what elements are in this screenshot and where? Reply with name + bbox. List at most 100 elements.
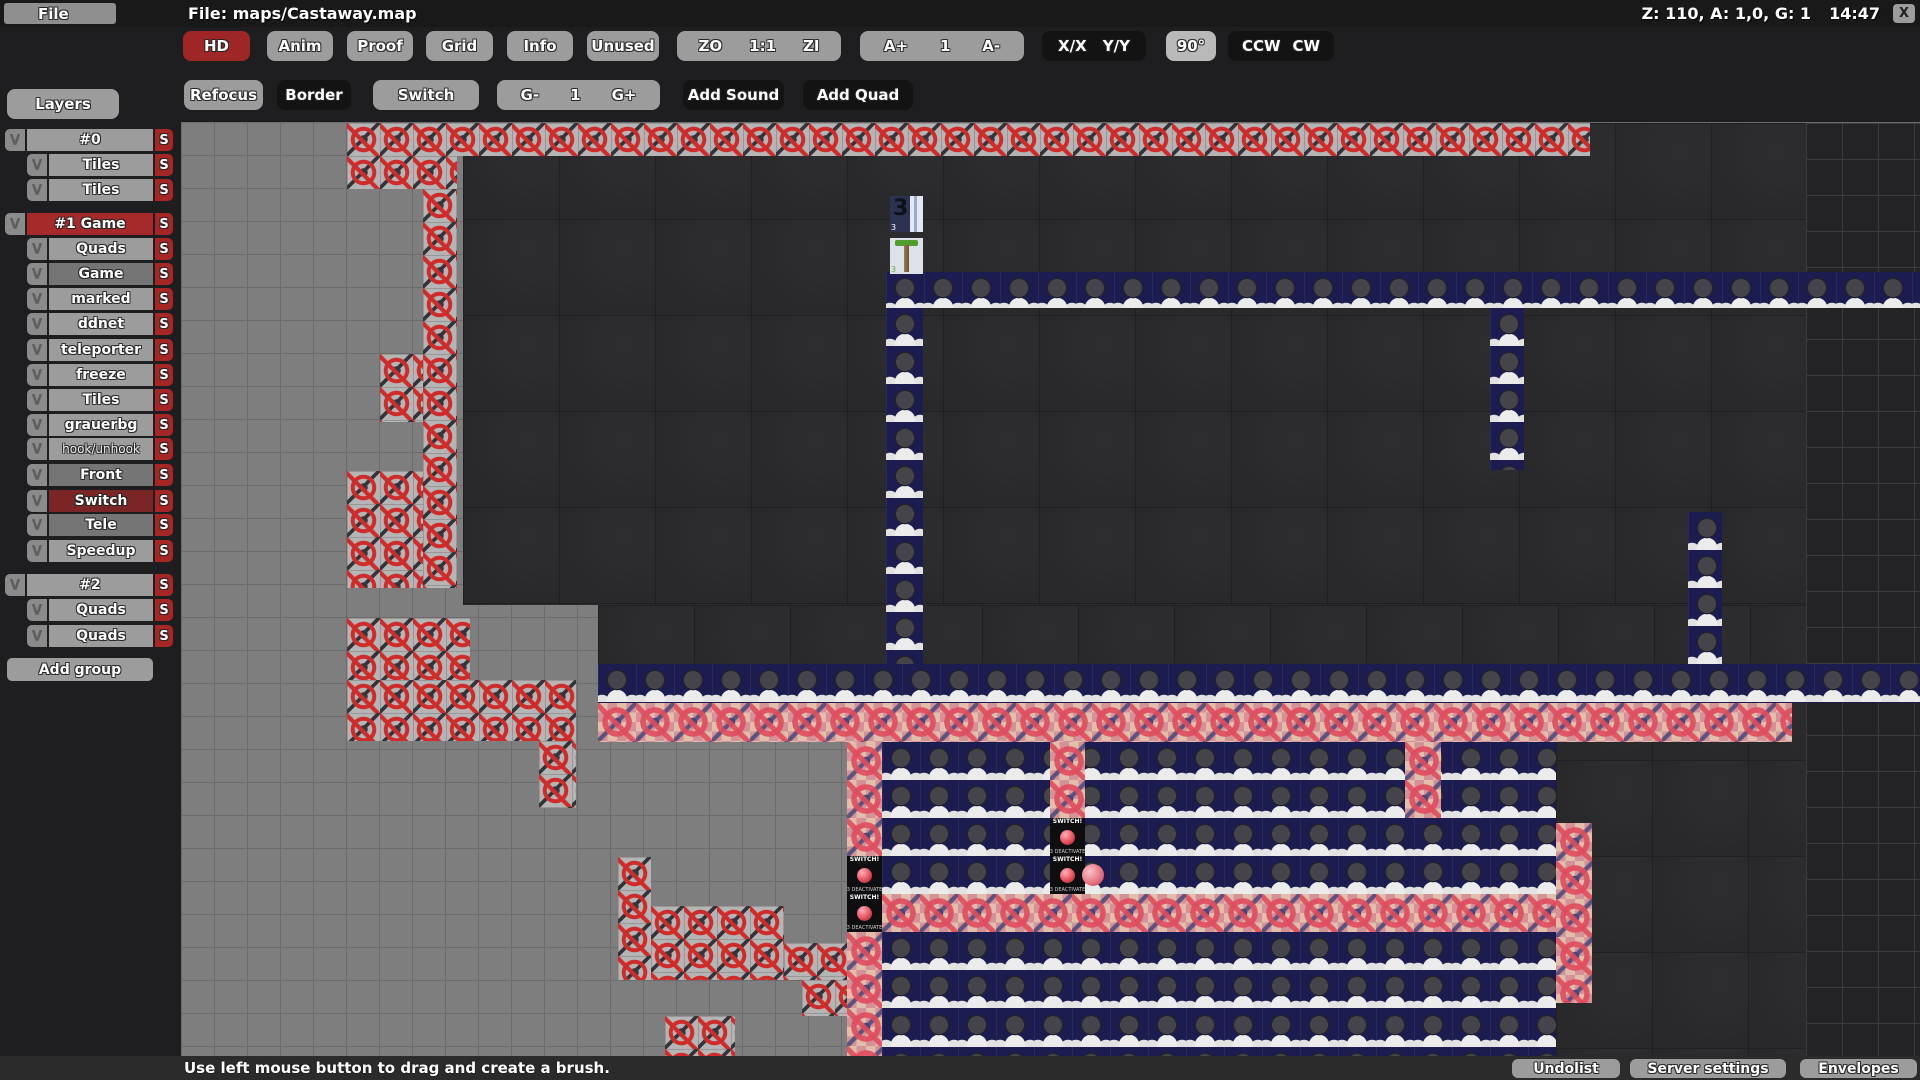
anim-speed-group-item-1[interactable]: 1 (940, 37, 950, 55)
layer-row-teleporter[interactable]: VteleporterS (27, 339, 173, 361)
layer-label[interactable]: Switch (49, 490, 153, 512)
add-sound-button[interactable]: Add Sound (683, 80, 784, 110)
proof-button[interactable]: Proof (347, 31, 413, 61)
layer-label[interactable]: Game (49, 263, 153, 285)
layer-settings-button[interactable]: S (155, 625, 173, 647)
visibility-toggle[interactable]: V (27, 599, 47, 621)
layer-row-marked[interactable]: VmarkedS (27, 288, 173, 310)
layer-row-freeze[interactable]: VfreezeS (27, 364, 173, 386)
flip-group-group[interactable]: X/X Y/Y (1042, 31, 1146, 61)
layer-label[interactable]: Tiles (49, 179, 153, 201)
visibility-toggle[interactable]: V (27, 514, 47, 536)
visibility-toggle[interactable]: V (27, 414, 47, 436)
layer-row-grauerbg[interactable]: VgrauerbgS (27, 414, 173, 436)
visibility-toggle[interactable]: V (27, 438, 47, 460)
layer-row-front[interactable]: VFrontS (27, 464, 173, 486)
anim-speed-group-item-2[interactable]: A- (982, 37, 1000, 55)
visibility-toggle[interactable]: V (27, 540, 47, 562)
layer-settings-button[interactable]: S (155, 313, 173, 335)
layer-settings-button[interactable]: S (155, 263, 173, 285)
visibility-toggle[interactable]: V (27, 288, 47, 310)
add-quad-button[interactable]: Add Quad (803, 80, 913, 110)
layer-settings-button[interactable]: S (155, 179, 173, 201)
layer-row-hook-unhook[interactable]: Vhook/unhookS (27, 438, 173, 460)
layer-row--2[interactable]: V#2S (5, 574, 173, 596)
layer-label[interactable]: Tiles (49, 389, 153, 411)
visibility-toggle[interactable]: V (27, 238, 47, 260)
envelopes-button[interactable]: Envelopes (1800, 1059, 1917, 1078)
switch-button[interactable]: Switch (373, 80, 479, 110)
layer-label[interactable]: Tele (49, 514, 153, 536)
layer-label[interactable]: Tiles (49, 154, 153, 176)
layer-label[interactable]: Quads (49, 625, 153, 647)
visibility-toggle[interactable]: V (5, 574, 25, 596)
layer-settings-button[interactable]: S (155, 339, 173, 361)
hd-button[interactable]: HD (183, 31, 250, 61)
layer-settings-button[interactable]: S (155, 213, 173, 235)
layer-row-ddnet[interactable]: VddnetS (27, 313, 173, 335)
visibility-toggle[interactable]: V (27, 179, 47, 201)
grid-button[interactable]: Grid (426, 31, 493, 61)
visibility-toggle[interactable]: V (27, 625, 47, 647)
grid-factor-group-item-2[interactable]: G+ (612, 86, 637, 104)
layer-settings-button[interactable]: S (155, 288, 173, 310)
layer-settings-button[interactable]: S (155, 154, 173, 176)
layers-header[interactable]: Layers (7, 89, 119, 119)
flip-group-item-0[interactable]: X/X (1058, 37, 1087, 55)
rotate-group-item-0[interactable]: CCW (1242, 37, 1281, 55)
layer-row-tele[interactable]: VTeleS (27, 514, 173, 536)
zoom-group-item-0[interactable]: ZO (699, 37, 723, 55)
layer-settings-button[interactable]: S (155, 414, 173, 436)
add-group-button[interactable]: Add group (7, 658, 153, 681)
zoom-group-item-2[interactable]: ZI (803, 37, 819, 55)
grid-factor-group-item-1[interactable]: 1 (570, 86, 580, 104)
unused-button[interactable]: Unused (587, 31, 659, 61)
layer-label[interactable]: hook/unhook (49, 438, 153, 460)
visibility-toggle[interactable]: V (27, 263, 47, 285)
layer-settings-button[interactable]: S (155, 490, 173, 512)
visibility-toggle[interactable]: V (27, 464, 47, 486)
layer-label[interactable]: #0 (27, 129, 153, 151)
layer-settings-button[interactable]: S (155, 129, 173, 151)
layer-settings-button[interactable]: S (155, 574, 173, 596)
layer-settings-button[interactable]: S (155, 364, 173, 386)
zoom-group-group[interactable]: ZO1:1ZI (677, 31, 841, 61)
grid-factor-group-item-0[interactable]: G- (521, 86, 540, 104)
map-canvas[interactable]: 3 3 3 SWITCH! 3 DEACTIVATE SWITCH! 3 DEA… (0, 0, 1920, 1080)
visibility-toggle[interactable]: V (27, 154, 47, 176)
layer-label[interactable]: ddnet (49, 313, 153, 335)
anim-button[interactable]: Anim (267, 31, 333, 61)
layer-label[interactable]: marked (49, 288, 153, 310)
layer-label[interactable]: #2 (27, 574, 153, 596)
layer-row-tiles[interactable]: VTilesS (27, 154, 173, 176)
info-button[interactable]: Info (507, 31, 573, 61)
visibility-toggle[interactable]: V (5, 129, 25, 151)
layer-label[interactable]: Front (49, 464, 153, 486)
layer-label[interactable]: #1 Game (27, 213, 153, 235)
layer-row--0[interactable]: V#0S (5, 129, 173, 151)
layer-label[interactable]: teleporter (49, 339, 153, 361)
layer-row--1-game[interactable]: V#1 GameS (5, 213, 173, 235)
layer-row-quads[interactable]: VQuadsS (27, 238, 173, 260)
anim-speed-group-item-0[interactable]: A+ (884, 37, 908, 55)
layer-row-switch[interactable]: VSwitchS (27, 490, 173, 512)
flip-group-item-1[interactable]: Y/Y (1103, 37, 1130, 55)
layer-label[interactable]: Quads (49, 238, 153, 260)
layer-label[interactable]: grauerbg (49, 414, 153, 436)
visibility-toggle[interactable]: V (27, 364, 47, 386)
layer-row-speedup[interactable]: VSpeedupS (27, 540, 173, 562)
layer-label[interactable]: Quads (49, 599, 153, 621)
visibility-toggle[interactable]: V (5, 213, 25, 235)
refocus-button[interactable]: Refocus (184, 80, 263, 110)
layer-settings-button[interactable]: S (155, 238, 173, 260)
server-settings-button[interactable]: Server settings (1630, 1059, 1786, 1078)
file-menu-button[interactable]: File (4, 3, 116, 24)
layer-settings-button[interactable]: S (155, 464, 173, 486)
layer-row-quads[interactable]: VQuadsS (27, 625, 173, 647)
visibility-toggle[interactable]: V (27, 313, 47, 335)
visibility-toggle[interactable]: V (27, 490, 47, 512)
layer-row-game[interactable]: VGameS (27, 263, 173, 285)
grid-factor-group-group[interactable]: G- 1 G+ (497, 80, 660, 110)
layer-settings-button[interactable]: S (155, 599, 173, 621)
layer-row-tiles[interactable]: VTilesS (27, 389, 173, 411)
